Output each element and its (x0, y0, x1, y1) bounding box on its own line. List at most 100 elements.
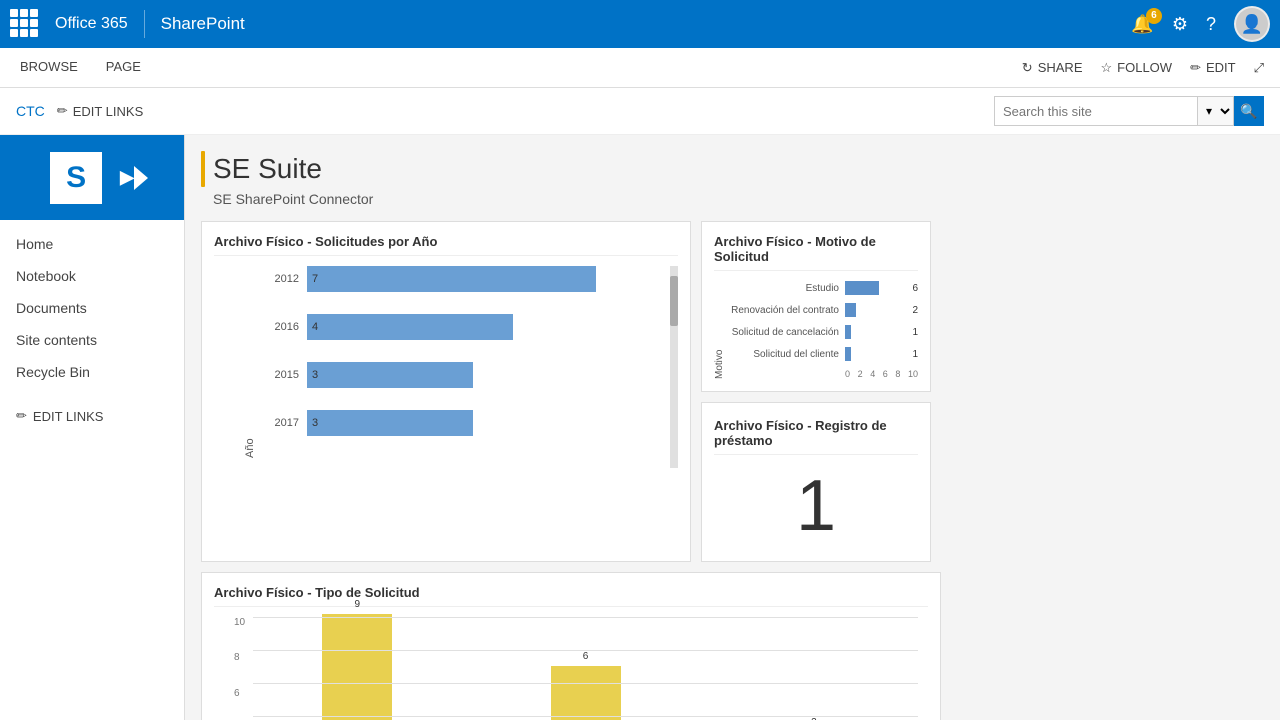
h-bar-value-2012: 7 (312, 273, 318, 285)
share-action[interactable]: ↻ SHARE (1022, 60, 1083, 76)
h-bar-track-2016: 4 (307, 314, 668, 340)
v-bar-val-copia: 6 (583, 651, 589, 662)
top-bar-right: 🔔 6 ⚙ ? 👤 (1131, 6, 1270, 42)
v-bar-group-copia: 6 Copia (481, 651, 689, 720)
x-tick-8: 8 (895, 369, 900, 379)
notifications-icon[interactable]: 🔔 6 (1131, 14, 1153, 35)
motivo-label-cliente: Solicitud del cliente (729, 349, 839, 360)
search-scope-select[interactable]: ▾ (1197, 97, 1233, 125)
motivo-row-estudio: Estudio 6 (729, 281, 918, 295)
sidebar: S ▶ Home Notebook Documents Site content… (0, 135, 185, 720)
charts-grid: Archivo Físico - Solicitudes por Año Año… (201, 221, 1264, 720)
fullscreen-icon: ⤢ (1254, 60, 1264, 76)
main-layout: S ▶ Home Notebook Documents Site content… (0, 135, 1280, 720)
notifications-badge: 6 (1146, 8, 1162, 24)
x-tick-0: 0 (845, 369, 850, 379)
sidebar-item-recycle-bin[interactable]: Recycle Bin (0, 356, 184, 388)
search-input[interactable] (995, 97, 1197, 125)
page-subtitle: SE SharePoint Connector (213, 191, 1264, 207)
motivo-bar-wrap-renovacion (845, 303, 902, 317)
v-y-axis: 0 2 4 6 8 10 (234, 617, 245, 720)
chart-motivo-title: Archivo Físico - Motivo de Solicitud (714, 234, 918, 271)
h-bars-container: 2012 7 2016 4 (264, 266, 668, 458)
content-area: SE Suite SE SharePoint Connector Archivo… (185, 135, 1280, 720)
y-tick-10: 10 (234, 617, 245, 628)
h-bar-2012: 7 (307, 266, 596, 292)
share-label: SHARE (1038, 60, 1083, 75)
help-icon[interactable]: ? (1206, 14, 1216, 35)
separator (144, 10, 145, 38)
v-bar-val-prestamo: 9 (354, 599, 360, 610)
h-bar-label-2017: 2017 (264, 417, 299, 429)
chart-registro: Archivo Físico - Registro de préstamo 1 (701, 402, 931, 562)
office365-label[interactable]: Office 365 (55, 15, 128, 33)
sidebar-item-home[interactable]: Home (0, 228, 184, 260)
top-bar: Office 365 SharePoint 🔔 6 ⚙ ? 👤 (0, 0, 1280, 48)
breadcrumb-row: CTC ✏ EDIT LINKS ▾ 🔍 (0, 88, 1280, 135)
star-icon: ☆ (1101, 60, 1113, 76)
waffle-icon[interactable] (10, 9, 40, 39)
motivo-bar-wrap-estudio (845, 281, 902, 295)
h-bar-row-2012: 2012 7 (264, 266, 668, 292)
follow-action[interactable]: ☆ FOLLOW (1101, 60, 1173, 76)
sidebar-item-site-contents[interactable]: Site contents (0, 324, 184, 356)
motivo-bar-wrap-cancelacion (845, 325, 902, 339)
motivo-bar-wrap-cliente (845, 347, 902, 361)
title-accent (201, 151, 205, 187)
fullscreen-action[interactable]: ⤢ (1254, 60, 1264, 76)
search-button[interactable]: 🔍 (1234, 96, 1264, 126)
edit-action[interactable]: ✏ EDIT (1190, 60, 1236, 76)
chart-motivo: Archivo Físico - Motivo de Solicitud Mot… (701, 221, 931, 392)
breadcrumb-ctc[interactable]: CTC (16, 103, 45, 119)
sidebar-item-documents[interactable]: Documents (0, 292, 184, 324)
x-tick-4: 4 (870, 369, 875, 379)
sidebar-edit-links[interactable]: ✏ EDIT LINKS (0, 400, 184, 432)
page-tab[interactable]: PAGE (102, 48, 145, 87)
settings-icon[interactable]: ⚙ (1172, 14, 1188, 35)
page-title-wrapper: SE Suite (201, 151, 1264, 187)
chart-solicitudes: Archivo Físico - Solicitudes por Año Año… (201, 221, 691, 562)
y-axis-label: Año (244, 266, 256, 458)
browse-tab[interactable]: BROWSE (16, 48, 82, 87)
edit-links-button[interactable]: ✏ EDIT LINKS (57, 103, 143, 119)
app-label: SharePoint (161, 14, 245, 34)
h-bar-row-2015: 2015 3 (264, 362, 668, 388)
x-tick-2: 2 (858, 369, 863, 379)
breadcrumb-left: CTC ✏ EDIT LINKS (16, 103, 143, 119)
motivo-bar-cliente (845, 347, 851, 361)
sidebar-item-notebook[interactable]: Notebook (0, 260, 184, 292)
h-bar-value-2016: 4 (312, 321, 318, 333)
y-tick-8: 8 (234, 652, 245, 663)
sp-logo-arrow-right: ▶ (120, 167, 134, 188)
h-bar-track-2012: 7 (307, 266, 668, 292)
motivo-y-wrap: Motivo Estudio 6 Renovación del contrato (714, 281, 918, 379)
share-icon: ↻ (1022, 60, 1033, 76)
h-bar-label-2012: 2012 (264, 273, 299, 285)
motivo-bar-estudio (845, 281, 879, 295)
sec-nav-actions: ↻ SHARE ☆ FOLLOW ✏ EDIT ⤢ (1022, 60, 1264, 76)
h-bar-row-2017: 2017 3 (264, 410, 668, 436)
search-area: ▾ 🔍 (994, 96, 1264, 126)
x-tick-6: 6 (883, 369, 888, 379)
tipo-bars-area: 9 Préstamo 6 Copia (253, 617, 918, 720)
motivo-row-cancelacion: Solicitud de cancelación 1 (729, 325, 918, 339)
x-tick-10: 10 (908, 369, 918, 379)
edit-label: EDIT (1206, 60, 1236, 75)
h-bar-2016: 4 (307, 314, 513, 340)
h-bar-2017: 3 (307, 410, 473, 436)
v-bars-row: 9 Préstamo 6 Copia (253, 617, 918, 720)
motivo-label-cancelacion: Solicitud de cancelación (729, 327, 839, 338)
registro-number: 1 (796, 465, 836, 547)
motivo-label-renovacion: Renovación del contrato (729, 305, 839, 316)
sidebar-edit-links-label: EDIT LINKS (33, 409, 104, 424)
edit-links-label: EDIT LINKS (73, 104, 144, 119)
motivo-bars: Estudio 6 Renovación del contrato (729, 281, 918, 379)
sidebar-nav: Home Notebook Documents Site contents Re… (0, 220, 184, 396)
h-bar-label-2015: 2015 (264, 369, 299, 381)
motivo-label-estudio: Estudio (729, 283, 839, 294)
h-bar-value-2015: 3 (312, 369, 318, 381)
motivo-bar-renovacion (845, 303, 856, 317)
avatar[interactable]: 👤 (1234, 6, 1270, 42)
motivo-row-cliente: Solicitud del cliente 1 (729, 347, 918, 361)
motivo-x-axis: 0 2 4 6 8 10 (729, 369, 918, 379)
